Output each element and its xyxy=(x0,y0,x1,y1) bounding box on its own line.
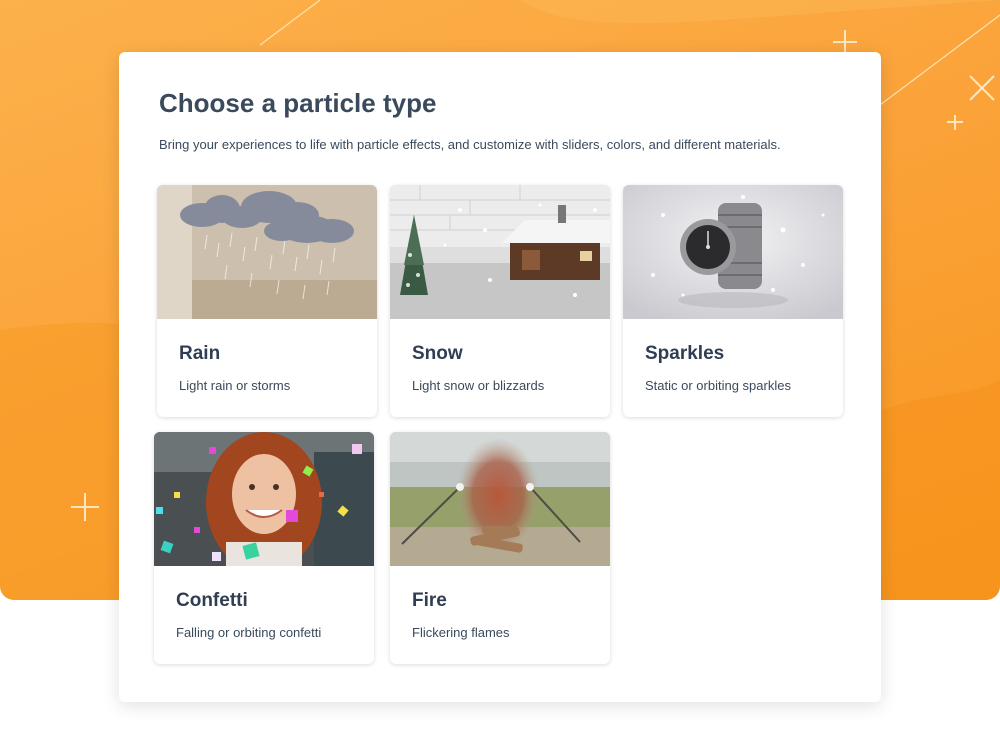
sparkling-watch-image xyxy=(623,185,843,319)
particle-card-title: Snow xyxy=(412,343,463,364)
confetti-portrait-image xyxy=(154,432,374,566)
particle-card-title: Fire xyxy=(412,590,447,611)
particle-card-title: Rain xyxy=(179,343,221,364)
particle-card-snow[interactable]: Snow Light snow or blizzards xyxy=(390,185,610,417)
page-title: Choose a particle type xyxy=(159,88,437,118)
snowy-cabin-image xyxy=(390,185,610,319)
particle-card-sparkles[interactable]: Sparkles Static or orbiting sparkles xyxy=(623,185,843,417)
particle-card-description: Light snow or blizzards xyxy=(412,378,545,393)
particle-card-title: Sparkles xyxy=(645,343,725,364)
campfire-image xyxy=(390,432,610,566)
particle-card-description: Static or orbiting sparkles xyxy=(645,378,791,393)
particle-card-rain[interactable]: Rain Light rain or storms xyxy=(157,185,377,417)
particle-card-fire[interactable]: Fire Flickering flames xyxy=(390,432,610,664)
particle-card-title: Confetti xyxy=(176,590,248,611)
particle-card-description: Light rain or storms xyxy=(179,378,291,393)
particle-card-description: Falling or orbiting confetti xyxy=(176,625,322,640)
particle-card-confetti[interactable]: Confetti Falling or orbiting confetti xyxy=(154,432,374,664)
page-subtitle: Bring your experiences to life with part… xyxy=(159,137,781,152)
rain-clouds-image xyxy=(157,185,377,319)
particle-card-description: Flickering flames xyxy=(412,625,510,640)
particle-picker-panel: Choose a particle type Bring your experi… xyxy=(119,52,881,702)
